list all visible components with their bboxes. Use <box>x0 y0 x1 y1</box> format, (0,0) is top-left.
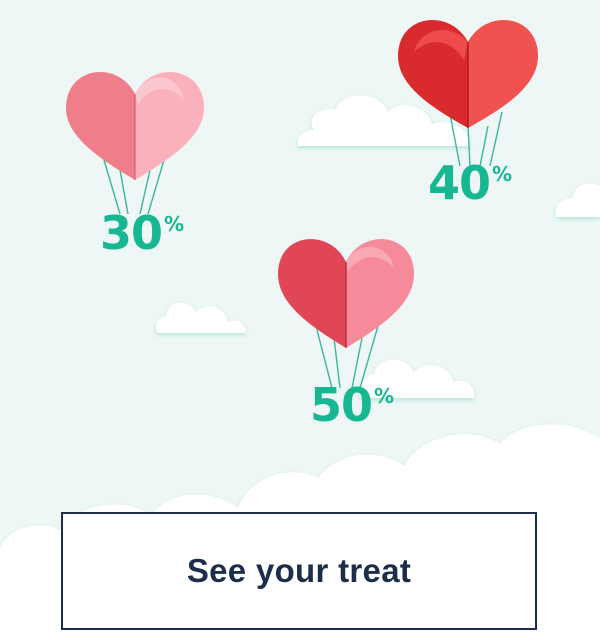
discount-label-40: 40% <box>428 160 512 206</box>
percent-symbol: % <box>374 384 394 408</box>
percent-symbol: % <box>492 162 512 186</box>
cta-label: See your treat <box>186 552 412 589</box>
discount-value: 30 <box>100 206 163 260</box>
percent-symbol: % <box>164 212 184 236</box>
promo-banner: 30% 40% 50% See your treat <box>0 0 600 640</box>
discount-value: 50 <box>310 378 373 432</box>
heart-balloon-30 <box>66 72 204 180</box>
discount-label-50: 50% <box>310 382 394 428</box>
cloud-right-edge <box>555 183 600 217</box>
discount-label-30: 30% <box>100 210 184 256</box>
cloud-left-small <box>156 302 246 333</box>
heart-balloon-50 <box>278 239 414 348</box>
see-your-treat-button[interactable]: See your treat <box>61 512 537 630</box>
discount-value: 40 <box>428 156 491 210</box>
